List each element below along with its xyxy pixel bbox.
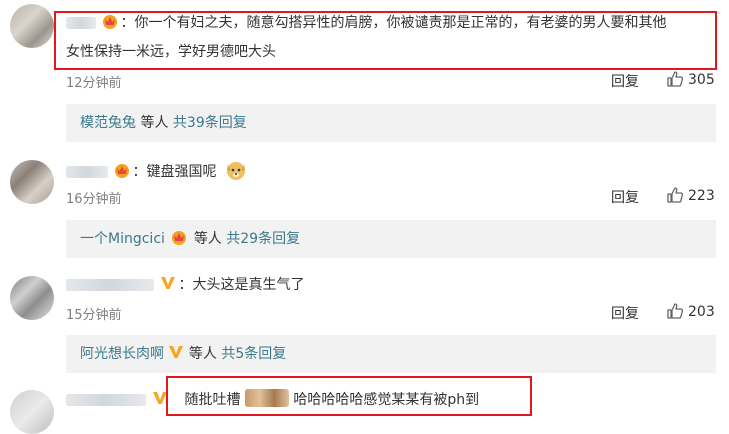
avatar[interactable]: [10, 160, 54, 204]
sub-reply-count[interactable]: 共5条回复: [221, 346, 286, 362]
username-blurred[interactable]: [66, 166, 108, 178]
username-blurred[interactable]: [66, 279, 154, 291]
reply-button[interactable]: 回复: [611, 303, 639, 323]
sub-reply-user[interactable]: 阿光想长肉啊: [80, 346, 164, 362]
sub-reply-count[interactable]: 共29条回复: [226, 231, 300, 247]
verified-v-icon: [169, 346, 184, 358]
sub-replies[interactable]: 阿光想长肉啊 等人 共5条回复: [66, 335, 716, 373]
like-count: 223: [688, 188, 715, 204]
avatar[interactable]: [10, 276, 54, 320]
sub-reply-mid: 等人: [188, 346, 217, 362]
thumbs-up-icon: [667, 303, 684, 319]
sub-replies[interactable]: 一个Mingcici 等人 共29条回复: [66, 220, 716, 258]
username-blurred[interactable]: [66, 394, 146, 406]
timestamp: 12分钟前: [66, 76, 122, 91]
vip-crown-icon: [103, 15, 118, 29]
comment-text: ：键盘强国呢: [66, 159, 719, 183]
sub-reply-mid: 等人: [140, 115, 169, 131]
like-button[interactable]: 305: [666, 70, 715, 88]
doge-emoji-icon: [226, 162, 245, 180]
verified-v-icon: [153, 392, 168, 404]
sub-reply-count[interactable]: 共39条回复: [173, 115, 247, 131]
thumbs-up-icon: [667, 187, 684, 203]
vip-crown-icon: [172, 231, 187, 245]
username-blurred[interactable]: [66, 17, 96, 29]
sub-reply-user[interactable]: 模范兔兔: [80, 115, 136, 131]
timestamp: 16分钟前: [66, 192, 122, 207]
like-count: 305: [688, 72, 715, 88]
timestamp: 15分钟前: [66, 308, 122, 323]
avatar[interactable]: [10, 390, 54, 434]
like-count: 203: [688, 304, 715, 320]
sub-reply-user[interactable]: 一个Mingcici: [80, 231, 165, 247]
like-button[interactable]: 223: [666, 186, 715, 204]
reply-button[interactable]: 回复: [611, 187, 639, 207]
comment-text-line2: 女性保持一米远，学好男德吧大头: [66, 44, 276, 60]
sub-reply-mid: 等人: [193, 231, 222, 247]
thumbs-up-icon: [667, 71, 684, 87]
comment-text: 随批吐槽 哈哈哈哈哈感觉某某有被ph到: [66, 389, 719, 411]
sub-replies[interactable]: 模范兔兔 等人 共39条回复: [66, 104, 716, 142]
reply-button[interactable]: 回复: [611, 71, 639, 91]
comment-text: ：你一个有妇之夫，随意勾搭异性的肩膀，你被谴责那是正常的，有老婆的男人要和其他: [66, 12, 719, 34]
comment-text: ：大头这是真生气了: [66, 274, 719, 296]
verified-v-icon: [161, 277, 176, 289]
avatar[interactable]: [10, 4, 54, 48]
dog-emoji-icon: [244, 389, 289, 407]
like-button[interactable]: 203: [666, 302, 715, 320]
vip-crown-icon: [115, 164, 130, 178]
